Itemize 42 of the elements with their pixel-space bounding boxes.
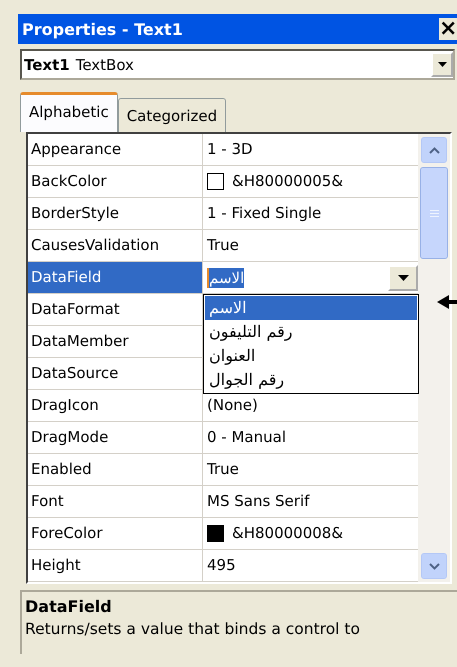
color-value: &H80000008& (232, 523, 344, 544)
property-name[interactable]: Appearance (28, 134, 203, 165)
dropdown-button[interactable] (388, 264, 418, 290)
property-name[interactable]: Height (28, 550, 203, 581)
arrow-icon (437, 295, 457, 309)
property-name[interactable]: ForeColor (28, 518, 203, 549)
property-value[interactable]: MS Sans Serif (203, 486, 418, 517)
chevron-up-icon (428, 146, 440, 154)
scroll-up-button[interactable] (421, 137, 447, 163)
property-name[interactable]: CausesValidation (28, 230, 203, 261)
window-title: Properties - Text1 (22, 20, 184, 38)
object-type: TextBox (76, 56, 135, 74)
tab[interactable]: Alphabetic (20, 92, 118, 132)
chevron-down-icon (428, 562, 440, 570)
close-button[interactable]: × (439, 18, 457, 40)
property-name[interactable]: BorderStyle (28, 198, 203, 229)
property-name[interactable]: DataField (28, 262, 203, 293)
property-value[interactable]: 1 - Fixed Single (203, 198, 418, 229)
object-selector[interactable]: Text1 TextBox (20, 49, 455, 80)
caret-icon (398, 274, 408, 280)
property-value[interactable]: 0 - Manual (203, 422, 418, 453)
property-value[interactable]: 495 (203, 550, 418, 581)
property-name[interactable]: Enabled (28, 454, 203, 485)
property-value[interactable]: True (203, 454, 418, 485)
property-name[interactable]: BackColor (28, 166, 203, 197)
description-text: Returns/sets a value that binds a control to (25, 619, 361, 640)
value-editor[interactable]: الاسم (207, 268, 244, 288)
grip-icon (430, 210, 438, 216)
caret-icon (438, 62, 446, 67)
color-value: &H80000005& (232, 171, 344, 192)
description-title: DataField (25, 596, 113, 618)
property-name[interactable]: Font (28, 486, 203, 517)
scroll-down-button[interactable] (421, 553, 447, 579)
property-value[interactable]: (None) (203, 390, 418, 421)
property-value[interactable]: True (203, 230, 418, 261)
dropdown-option[interactable]: الاسم (205, 296, 417, 320)
scrollbar-thumb[interactable] (420, 167, 448, 259)
property-name[interactable]: DragMode (28, 422, 203, 453)
tab[interactable]: Categorized (118, 98, 226, 132)
property-value[interactable]: 1 - 3D (203, 134, 418, 165)
object-name: Text1 (24, 56, 70, 74)
dropdown-button[interactable] (431, 52, 453, 77)
